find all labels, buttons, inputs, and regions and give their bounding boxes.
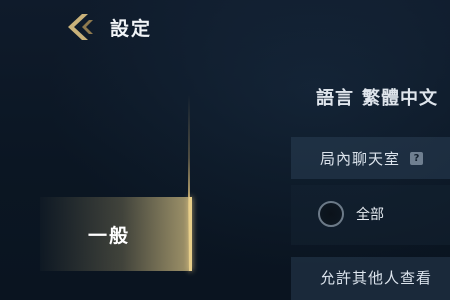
header: 設定 <box>62 10 152 44</box>
chat-option-all[interactable]: 全部 <box>318 201 384 227</box>
help-icon[interactable]: ? <box>410 151 424 165</box>
allow-others-view-row: 允許其他人查看 <box>291 257 450 300</box>
back-button[interactable] <box>62 10 98 44</box>
page-title: 設定 <box>110 17 153 40</box>
language-label: 語言 <box>316 88 354 109</box>
language-value: 繁體中文 <box>362 88 438 109</box>
allow-others-view-label: 允許其他人查看 <box>320 269 433 287</box>
sidebar-item-general[interactable]: 一般 <box>40 197 192 271</box>
in-game-chat-label: 局內聊天室 <box>320 149 401 168</box>
chat-option-all-label: 全部 <box>356 207 384 223</box>
radio-button[interactable] <box>318 201 344 227</box>
sidebar-item-label: 一般 <box>88 224 131 247</box>
chevron-left-icon <box>68 14 93 40</box>
active-indicator <box>189 197 192 271</box>
in-game-chat-header: 局內聊天室 ? <box>291 137 450 179</box>
language-setting[interactable]: 語言 繁體中文 <box>316 84 438 110</box>
